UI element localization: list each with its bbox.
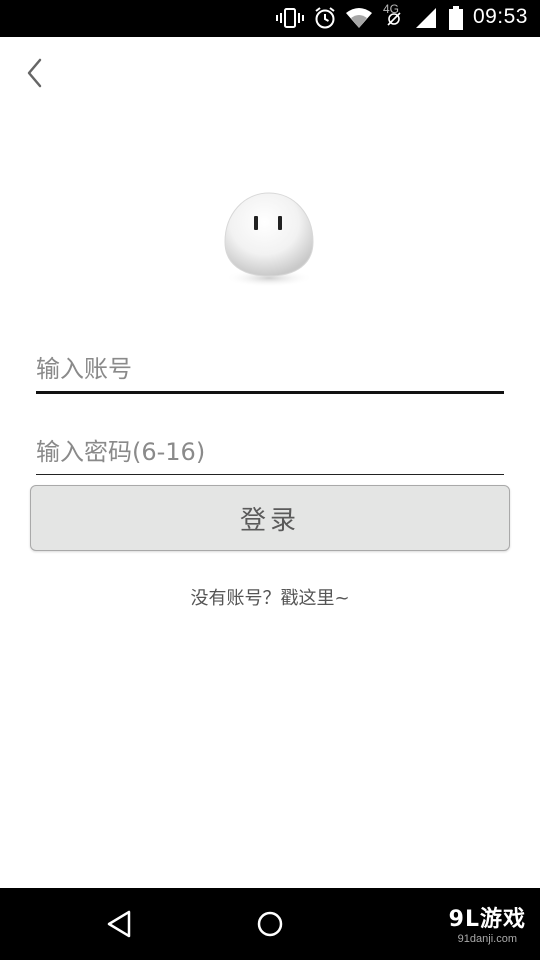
login-button[interactable]: 登录 [30, 485, 510, 551]
account-field[interactable] [36, 347, 504, 394]
watermark-logo: 9L游戏 [448, 907, 526, 932]
triangle-back-icon[interactable] [104, 908, 136, 940]
blob-mascot-icon [224, 192, 314, 287]
login-screen: 4G 09:53 输入账号 登录 没有账号？戳这里~ 9L游戏 91danji.… [0, 0, 540, 960]
password-input[interactable] [36, 430, 504, 474]
watermark: 9L游戏 91danji.com [449, 908, 526, 946]
alarm-icon [315, 7, 335, 29]
password-field[interactable] [36, 430, 504, 475]
battery-icon [449, 6, 463, 30]
account-input[interactable] [36, 347, 504, 391]
status-bar: 4G 09:53 [0, 0, 540, 37]
register-link[interactable]: 没有账号？戳这里~ [0, 584, 540, 610]
signal-icon [416, 8, 436, 28]
back-button[interactable] [20, 54, 52, 92]
vibrate-icon [276, 8, 304, 28]
login-button-label: 登录 [239, 505, 300, 536]
chevron-left-icon [27, 58, 42, 88]
clock: 09:53 [472, 5, 528, 28]
wifi-icon [346, 8, 372, 28]
circle-home-icon[interactable] [254, 908, 286, 940]
watermark-url: 91danji.com [457, 933, 517, 945]
data-off-icon [387, 12, 401, 26]
